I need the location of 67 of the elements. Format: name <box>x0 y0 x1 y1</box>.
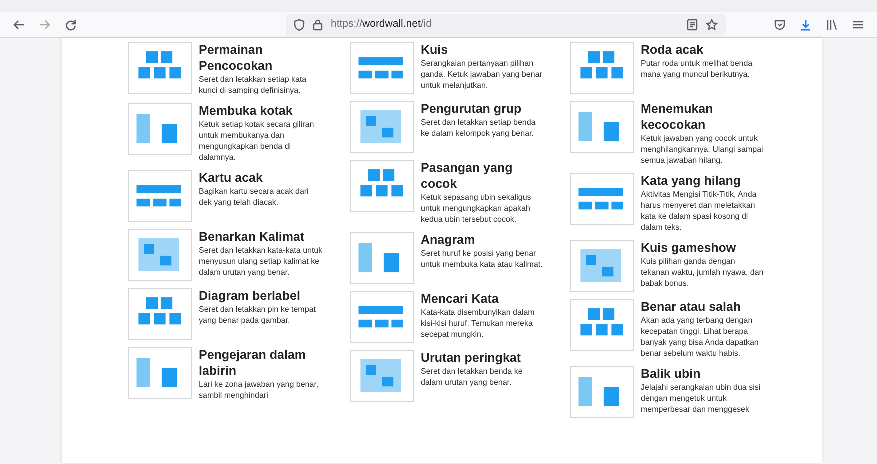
menu-icon <box>852 18 864 30</box>
thumbnail-drawing[interactable] <box>350 291 414 343</box>
thumbnail-drawing[interactable] <box>350 350 414 402</box>
game-title[interactable]: Permainan Pencocokan <box>199 42 323 74</box>
game-description: Akan ada yang terbang dengan kecepatan tinggi. Lihat berapa banyak yang bisa Anda dapatkan benar sebelum waktu habis. <box>641 315 760 359</box>
game-title[interactable]: Kuis gameshow <box>641 240 765 256</box>
game-title[interactable]: Menemukan kecocokan <box>641 101 765 133</box>
pocket-icon <box>774 18 786 30</box>
game-description: Seret dan letakkan kata-kata untuk menyusun ulang setiap kalimat ke dalam urutan yang benar. <box>199 245 323 278</box>
thumbnail-drawing[interactable] <box>128 103 192 155</box>
thumbnail-drawing[interactable] <box>128 347 192 399</box>
library-icon <box>826 18 838 30</box>
game-description: Ketuk jawaban yang cocok untuk menghilangkannya. Ulangi sampai semua jawaban hilang. <box>641 133 764 166</box>
game-title[interactable]: Kata yang hilang <box>641 173 765 189</box>
game-description: Seret huruf ke posisi yang benar untuk membuka kata atau kalimat. <box>421 248 544 270</box>
game-title[interactable]: Membuka kotak <box>199 103 323 119</box>
thumbnail-drawing[interactable] <box>570 299 634 351</box>
address-bar[interactable]: https://wordwall.net/id <box>286 14 726 36</box>
thumbnail-drawing[interactable] <box>570 173 634 225</box>
game-description: Aktivitas Mengisi Titik-Titik, Anda harus menyeret dan meletakkan kata ke dalam spasi kosong di dalam teks. <box>641 189 758 233</box>
thumbnail-drawing[interactable] <box>350 232 414 284</box>
download-icon <box>800 18 812 30</box>
game-title[interactable]: Kartu acak <box>199 170 323 186</box>
game-description: Ketuk setiap kotak secara giliran untuk membukanya dan mengungkapkan benda di dalamnya. <box>199 119 316 163</box>
game-title[interactable]: Anagram <box>421 232 545 248</box>
thumbnail-drawing[interactable] <box>570 42 634 94</box>
game-title[interactable]: Benarkan Kalimat <box>199 229 323 245</box>
reload-icon <box>65 18 77 30</box>
thumbnail-drawing[interactable] <box>128 42 192 94</box>
game-description: Ketuk sepasang ubin sekaligus untuk mengungkapkan apakah kedua ubin tersebut cocok. <box>421 192 532 225</box>
game-title[interactable]: Benar atau salah <box>641 299 765 315</box>
game-title[interactable]: Urutan peringkat <box>421 350 545 366</box>
thumbnail-drawing[interactable] <box>570 101 634 153</box>
star-icon[interactable] <box>706 18 718 30</box>
game-description: Lari ke zona jawaban yang benar, sambil menghindari <box>199 379 320 401</box>
game-description: Bagikan kartu secara acak dari dek yang telah diacak. <box>199 186 310 208</box>
game-description: Seret dan letakkan benda ke dalam urutan yang benar. <box>421 366 524 388</box>
thumbnail-drawing[interactable] <box>128 170 192 222</box>
game-description: Putar roda untuk melihat benda mana yang muncul berikutnya. <box>641 58 754 80</box>
lock-icon <box>313 18 323 30</box>
thumbnail-drawing[interactable] <box>350 160 414 212</box>
game-title[interactable]: Mencari Kata <box>421 291 545 307</box>
thumbnail-drawing[interactable] <box>570 240 634 292</box>
game-title[interactable]: Diagram berlabel <box>199 288 323 304</box>
game-description: Seret dan letakkan setiap kata kunci di samping definisinya. <box>199 74 308 96</box>
url-text: https://wordwall.net/id <box>331 16 433 32</box>
thumbnail-drawing[interactable] <box>350 42 414 94</box>
shield-icon <box>294 18 305 30</box>
game-title[interactable]: Pengurutan grup <box>421 101 545 117</box>
game-description: Seret dan letakkan setiap benda ke dalam kelompok yang benar. <box>421 117 537 139</box>
thumbnail-drawing[interactable] <box>350 101 414 153</box>
reader-view-icon[interactable] <box>687 18 698 30</box>
game-title[interactable]: Pasangan yang cocok <box>421 160 545 192</box>
game-title[interactable]: Roda acak <box>641 42 765 58</box>
game-description: Jelajahi serangkaian ubin dua sisi dengan mengetuk untuk memperbesar dan menggesek <box>641 382 762 415</box>
game-title[interactable]: Balik ubin <box>641 366 765 382</box>
thumbnail-drawing[interactable] <box>570 366 634 418</box>
game-description: Seret dan letakkan pin ke tempat yang benar pada gambar. <box>199 304 317 326</box>
thumbnail-drawing[interactable] <box>128 288 192 340</box>
game-title[interactable]: Pengejaran dalam labirin <box>199 347 323 379</box>
game-description: Kata-kata disembunyikan dalam kisi-kisi huruf. Temukan mereka secepat mungkin. <box>421 307 536 340</box>
forward-icon <box>39 18 51 30</box>
thumbnail-drawing[interactable] <box>128 229 192 281</box>
game-title[interactable]: Kuis <box>421 42 545 58</box>
game-description: Kuis pilihan ganda dengan tekanan waktu, jumlah nyawa, dan babak bonus. <box>641 256 765 289</box>
game-description: Serangkaian pertanyaan pilihan ganda. Ketuk jawaban yang benar untuk melanjutkan. <box>421 58 544 91</box>
back-icon <box>13 18 25 30</box>
